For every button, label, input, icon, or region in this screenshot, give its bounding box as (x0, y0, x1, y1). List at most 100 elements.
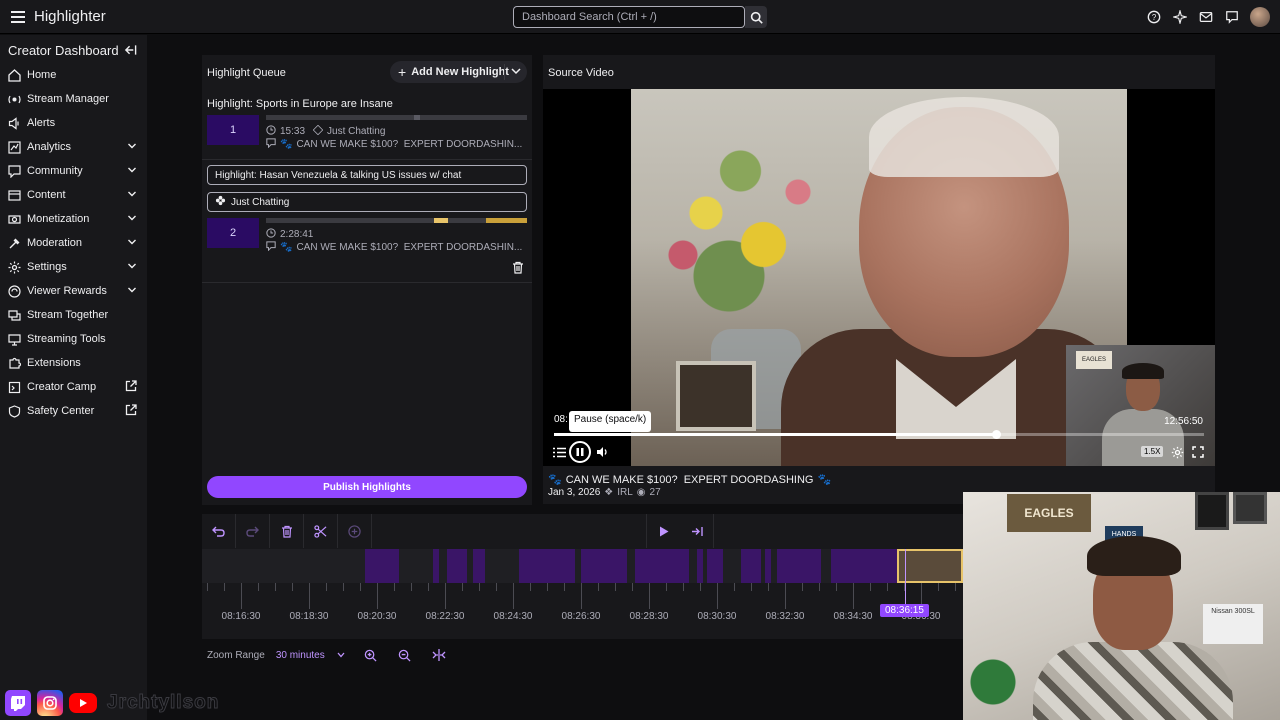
sidebar-item-alerts[interactable]: Alerts (0, 111, 147, 135)
highlight-2-title-field[interactable]: Highlight: Hasan Venezuela & talking US … (207, 165, 527, 185)
timeline-play-button[interactable] (646, 514, 680, 548)
add-segment-button[interactable] (338, 514, 372, 548)
playback-speed[interactable]: 1.5X (1141, 446, 1164, 457)
timeline-segment[interactable] (433, 549, 439, 583)
delete-segment-button[interactable] (270, 514, 304, 548)
avatar[interactable] (1250, 7, 1270, 27)
analytics-icon (8, 140, 21, 154)
external-link-icon[interactable] (125, 404, 137, 419)
highlight-2-category-field[interactable]: Just Chatting (207, 192, 527, 212)
timeline-segment[interactable] (519, 549, 575, 583)
zoom-range-value: 30 minutes (275, 649, 325, 661)
zoom-range-select[interactable]: 30 minutes (276, 650, 345, 661)
settings-icon (8, 261, 21, 274)
tick-label: 08:16:30 (221, 611, 261, 622)
sidebar-item-label: Home (27, 69, 57, 81)
video-category[interactable]: IRL (617, 487, 633, 498)
sidebar-item-stream-manager[interactable]: Stream Manager (0, 87, 147, 111)
sidebar-item-safety-center[interactable]: Safety Center (0, 399, 147, 423)
jump-to-end-button[interactable] (680, 514, 714, 548)
sidebar-item-creator-camp[interactable]: Creator Camp (0, 375, 147, 399)
volume-icon[interactable] (595, 441, 609, 463)
sidebar-item-extensions[interactable]: Extensions (0, 351, 147, 375)
undo-icon (212, 526, 225, 537)
chevron-down-icon[interactable] (127, 261, 137, 274)
highlight-1-thumbnail[interactable]: 1 (207, 115, 259, 145)
search-button[interactable] (745, 6, 767, 28)
chevron-down-icon[interactable] (127, 189, 137, 202)
tick-minor (411, 583, 412, 591)
highlight-1-title[interactable]: Highlight: Sports in Europe are Insane (207, 98, 393, 110)
sidebar-item-home[interactable]: Home (0, 63, 147, 87)
sidebar-item-analytics[interactable]: Analytics (0, 135, 147, 159)
timeline-segment[interactable] (473, 549, 485, 583)
seek-bar[interactable] (554, 430, 1204, 439)
timeline-segment[interactable] (765, 549, 771, 583)
pause-button[interactable] (569, 441, 591, 463)
chevron-down-icon[interactable] (127, 213, 137, 226)
svg-text:?: ? (1152, 13, 1157, 22)
video-views: 27 (649, 487, 661, 498)
menu-icon[interactable] (7, 6, 29, 28)
sparkle-icon[interactable] (1172, 9, 1188, 25)
help-icon[interactable]: ? (1146, 9, 1162, 25)
timeline-segment[interactable] (581, 549, 627, 583)
timeline-segment[interactable] (365, 549, 399, 583)
add-new-highlight-button[interactable]: + Add New Highlight (390, 61, 527, 83)
instagram-icon (37, 690, 63, 716)
timeline-track[interactable] (202, 549, 963, 583)
sidebar-item-label: Stream Together (27, 309, 109, 321)
zoom-in-icon[interactable] (361, 645, 381, 665)
tick-label: 08:22:30 (425, 611, 465, 622)
timeline-segment[interactable] (741, 549, 761, 583)
redo-button[interactable] (236, 514, 270, 548)
plus-icon: + (398, 64, 407, 80)
sidebar-item-streaming-tools[interactable]: Streaming Tools (0, 327, 147, 351)
timeline-segment[interactable] (831, 549, 897, 583)
sidebar-item-moderation[interactable]: Moderation (0, 231, 147, 255)
views-icon: ◉ (636, 487, 646, 498)
highlight-2-thumbnail[interactable]: 2 (207, 218, 259, 248)
chevron-down-icon[interactable] (127, 165, 137, 178)
sidebar-item-settings[interactable]: Settings (0, 255, 147, 279)
timeline-segment[interactable] (447, 549, 467, 583)
home-icon (8, 68, 21, 82)
undo-button[interactable] (202, 514, 236, 548)
chevron-down-icon[interactable] (127, 141, 137, 154)
search-input[interactable]: Dashboard Search (Ctrl + /) (513, 6, 745, 28)
seek-handle[interactable] (992, 430, 1001, 439)
sidebar-item-community[interactable]: Community (0, 159, 147, 183)
whispers-icon[interactable] (1224, 9, 1240, 25)
collapse-icon[interactable] (124, 44, 137, 59)
settings-gear-icon[interactable] (1170, 441, 1184, 463)
timeline-segment[interactable] (707, 549, 723, 583)
delete-highlight-icon[interactable] (512, 261, 524, 277)
inbox-icon[interactable] (1198, 9, 1214, 25)
chevron-down-icon[interactable] (127, 285, 137, 298)
sidebar-nav: Home Stream Manager Alerts Analytics Communi… (0, 63, 147, 423)
tick-minor (496, 583, 497, 591)
sidebar-item-viewer-rewards[interactable]: Viewer Rewards (0, 279, 147, 303)
sidebar-item-content[interactable]: Content (0, 183, 147, 207)
external-link-icon[interactable] (125, 380, 137, 395)
sidebar-item-stream-together[interactable]: Stream Together (0, 303, 147, 327)
emote-icon: 🐾 (548, 474, 562, 486)
queue-heading: Highlight Queue (207, 67, 286, 79)
chapters-icon[interactable] (552, 441, 566, 463)
timeline-segment[interactable] (635, 549, 689, 583)
chevron-down-icon[interactable] (127, 237, 137, 250)
selected-segment[interactable] (897, 549, 963, 583)
tick-minor (819, 583, 820, 591)
timeline-segment[interactable] (777, 549, 821, 583)
split-button[interactable] (304, 514, 338, 548)
playhead[interactable] (905, 549, 906, 611)
fit-to-view-icon[interactable] (429, 645, 449, 665)
zoom-out-icon[interactable] (395, 645, 415, 665)
video-player[interactable]: EAGLES 08: Pause (space/k) 12:56:50 1.5X (543, 89, 1215, 466)
publish-highlights-button[interactable]: Publish Highlights (207, 476, 527, 498)
sidebar-item-monetization[interactable]: Monetization (0, 207, 147, 231)
fullscreen-icon[interactable] (1191, 441, 1205, 463)
overlay-sign: EAGLES (1076, 351, 1112, 369)
timeline-segment[interactable] (697, 549, 703, 583)
chevron-down-icon[interactable] (510, 64, 522, 81)
